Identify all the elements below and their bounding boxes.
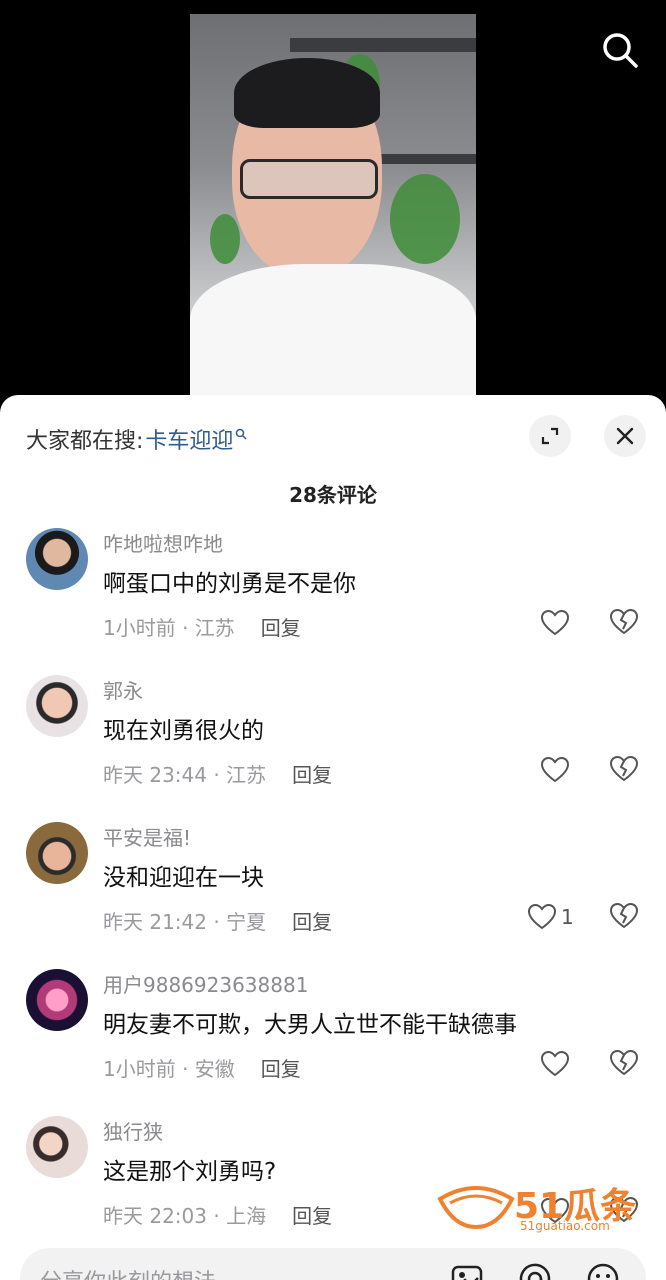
like-button[interactable] xyxy=(540,1049,574,1079)
close-button[interactable] xyxy=(604,415,646,457)
trending-search-term[interactable]: 卡车迎迎 xyxy=(145,423,233,455)
dislike-button[interactable] xyxy=(609,1049,639,1079)
comment-meta: 昨天 23:44 · 江苏 回复 xyxy=(103,759,332,788)
reply-button[interactable]: 回复 xyxy=(261,612,301,641)
comment-item[interactable]: 咋地啦想咋地 啊蛋口中的刘勇是不是你 1小时前 · 江苏 回复 xyxy=(0,528,666,668)
reply-button[interactable]: 回复 xyxy=(292,906,332,935)
mention-button[interactable] xyxy=(518,1262,552,1280)
comment-text: 明友妻不可欺，大男人立世不能干缺德事 xyxy=(103,1012,517,1038)
broken-heart-icon xyxy=(609,608,639,635)
like-count: 1 xyxy=(561,905,574,929)
shelf-decoration xyxy=(375,154,476,164)
reply-button[interactable]: 回复 xyxy=(292,1200,332,1229)
comment-meta: 昨天 22:03 · 上海 回复 xyxy=(103,1200,332,1229)
search-icon xyxy=(236,428,247,440)
avatar[interactable] xyxy=(26,675,88,737)
comment-username[interactable]: 用户9886923638881 xyxy=(103,969,308,998)
image-button[interactable] xyxy=(450,1262,484,1280)
emoji-icon xyxy=(587,1263,619,1280)
search-button[interactable] xyxy=(600,30,640,70)
plant-decoration xyxy=(390,174,460,264)
comment-username[interactable]: 咋地啦想咋地 xyxy=(103,528,223,557)
comment-time-location: 1小时前 · 安徽 xyxy=(103,1057,235,1081)
comment-text: 没和迎迎在一块 xyxy=(103,865,264,891)
comment-username[interactable]: 平安是福! xyxy=(103,822,191,851)
sheet-header: 大家都在搜: 卡车迎迎 xyxy=(0,395,666,475)
like-button[interactable] xyxy=(540,755,574,785)
dislike-button[interactable] xyxy=(609,902,639,932)
video-player[interactable] xyxy=(0,0,666,400)
reply-button[interactable]: 回复 xyxy=(292,759,332,788)
comment-text: 啊蛋口中的刘勇是不是你 xyxy=(103,571,356,597)
comment-item[interactable]: 用户9886923638881 明友妻不可欺，大男人立世不能干缺德事 1小时前 … xyxy=(0,969,666,1109)
close-icon xyxy=(616,427,634,445)
person-glasses xyxy=(240,159,378,199)
avatar[interactable] xyxy=(26,1116,88,1178)
video-frame xyxy=(190,14,476,400)
comment-sheet: 大家都在搜: 卡车迎迎 28条评论 咋地啦想咋地 啊蛋口中的刘勇是不是你 1小时… xyxy=(0,395,666,1280)
heart-icon xyxy=(527,903,557,930)
comment-input-placeholder: 分享你此刻的想法 xyxy=(40,1264,216,1280)
plant-decoration xyxy=(210,214,240,264)
watermark-url: 51guatiao.com xyxy=(520,1219,610,1233)
trending-search-hint[interactable]: 大家都在搜: 卡车迎迎 xyxy=(26,423,247,455)
comment-time-location: 1小时前 · 江苏 xyxy=(103,616,235,640)
watermark-melon-icon xyxy=(437,1186,515,1230)
shelf-decoration xyxy=(290,38,476,52)
image-icon xyxy=(451,1265,483,1280)
broken-heart-icon xyxy=(609,755,639,782)
comment-time-location: 昨天 21:42 · 宁夏 xyxy=(103,910,267,934)
heart-icon xyxy=(540,609,570,636)
broken-heart-icon xyxy=(609,1049,639,1076)
trending-search-prefix: 大家都在搜: xyxy=(26,429,144,454)
emoji-button[interactable] xyxy=(586,1262,620,1280)
comment-item[interactable]: 平安是福! 没和迎迎在一块 昨天 21:42 · 宁夏 回复 1 xyxy=(0,822,666,962)
heart-icon xyxy=(540,1050,570,1077)
comment-username[interactable]: 独行狭 xyxy=(103,1116,163,1145)
expand-button[interactable] xyxy=(529,415,571,457)
comment-text: 现在刘勇很火的 xyxy=(103,718,264,744)
dislike-button[interactable] xyxy=(609,608,639,638)
heart-icon xyxy=(540,756,570,783)
like-button[interactable]: 1 xyxy=(527,902,574,932)
comment-input[interactable]: 分享你此刻的想法 xyxy=(20,1248,646,1280)
dislike-button[interactable] xyxy=(609,755,639,785)
like-button[interactable] xyxy=(540,608,574,638)
person-shirt xyxy=(190,264,476,400)
comment-text: 这是那个刘勇吗? xyxy=(103,1159,277,1185)
avatar[interactable] xyxy=(26,822,88,884)
comment-meta: 昨天 21:42 · 宁夏 回复 xyxy=(103,906,332,935)
reply-button[interactable]: 回复 xyxy=(261,1053,301,1082)
comment-item[interactable]: 郭永 现在刘勇很火的 昨天 23:44 · 江苏 回复 xyxy=(0,675,666,815)
avatar[interactable] xyxy=(26,969,88,1031)
at-icon xyxy=(519,1263,551,1280)
search-icon xyxy=(603,33,638,68)
expand-icon xyxy=(541,427,559,445)
watermark-logo: 51瓜条 51guatiao.com xyxy=(436,1175,646,1237)
comment-count: 28条评论 xyxy=(289,483,377,507)
person-hair xyxy=(234,58,380,128)
comment-meta: 1小时前 · 江苏 回复 xyxy=(103,612,301,641)
comment-time-location: 昨天 22:03 · 上海 xyxy=(103,1204,267,1228)
broken-heart-icon xyxy=(609,902,639,929)
comment-meta: 1小时前 · 安徽 回复 xyxy=(103,1053,301,1082)
comment-username[interactable]: 郭永 xyxy=(103,675,143,704)
comment-time-location: 昨天 23:44 · 江苏 xyxy=(103,763,267,787)
avatar[interactable] xyxy=(26,528,88,590)
